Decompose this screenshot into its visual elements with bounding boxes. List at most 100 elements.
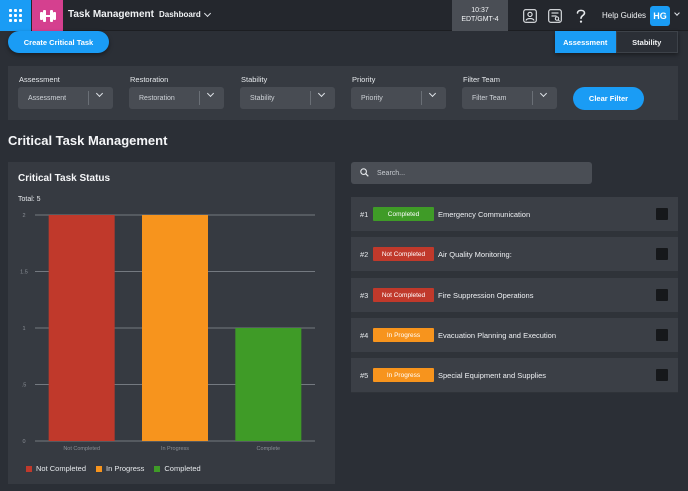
task-number: #3 [360, 290, 369, 300]
filter-label: Stability [241, 75, 268, 84]
chevron-down-icon [674, 10, 680, 16]
status-badge: In Progress [373, 328, 434, 342]
report-button[interactable] [545, 6, 564, 25]
status-badge: Not Completed [373, 288, 434, 302]
x-tick-label: Complete [257, 446, 281, 452]
dumbbell-icon [39, 9, 56, 22]
task-number: #4 [360, 330, 369, 340]
report-icon [547, 8, 562, 23]
user-icon [522, 8, 537, 23]
chevron-down-icon [539, 89, 548, 98]
task-checkbox[interactable] [656, 208, 668, 220]
avatar[interactable]: HG [650, 6, 670, 26]
legend-swatch [96, 465, 103, 472]
y-tick-label: 1 [22, 326, 25, 332]
clock-timezone: EDT/GMT-4 [461, 16, 499, 23]
task-checkbox[interactable] [656, 289, 668, 301]
select-value: Restoration [139, 94, 175, 102]
chevron-down-icon [428, 89, 437, 98]
y-tick-label: .5 [22, 383, 27, 389]
create-critical-task-button[interactable]: Create Critical Task [8, 31, 109, 53]
task-checkbox[interactable] [656, 248, 668, 260]
legend-swatch [26, 465, 32, 472]
task-list: #1 Completed Emergency Communication #2 … [351, 197, 678, 393]
filter-restoration: Restoration Restoration [129, 75, 224, 109]
legend-label: Not Completed [36, 464, 87, 473]
filter-assessment: Assessment Assessment [18, 75, 113, 109]
clear-filter-button[interactable]: Clear Filter [573, 87, 644, 110]
legend-item: In Progress [96, 464, 144, 473]
bar [235, 328, 302, 441]
select-value: Stability [250, 94, 275, 102]
legend-label: In Progress [106, 464, 145, 473]
y-tick-label: 2 [22, 213, 25, 219]
filter-team: Filter Team Filter Team [462, 75, 557, 109]
page-title: Critical Task Management [8, 133, 168, 148]
filter-stability: Stability Stability [240, 75, 335, 109]
status-badge: Not Completed [373, 247, 434, 261]
dashboard-menu-label: Dashboard [159, 10, 201, 19]
bar [48, 215, 115, 441]
help-icon [576, 9, 585, 23]
search-input[interactable]: Search... [351, 162, 592, 184]
y-tick-label: 1.5 [20, 270, 28, 276]
filter-label: Assessment [19, 75, 60, 84]
bar [142, 215, 208, 441]
team-select[interactable]: Filter Team [462, 87, 557, 109]
task-row[interactable]: #4 In Progress Evacuation Planning and E… [351, 318, 678, 352]
account-menu-toggle[interactable] [674, 10, 680, 16]
task-checkbox[interactable] [656, 369, 668, 381]
apps-grid-icon [9, 9, 22, 22]
view-toggle: Assessment Stability [555, 31, 678, 53]
filter-label: Filter Team [463, 75, 500, 84]
task-name: Air Quality Monitoring: [438, 249, 512, 259]
x-tick-label: Not Completed [63, 446, 100, 452]
legend-swatch [154, 465, 161, 472]
chart-card: 0 .5 1 1.5 2 Not Completed In Progress Complete… [8, 162, 335, 484]
filter-label: Restoration [130, 75, 169, 84]
clock-time: 10:37 [471, 7, 489, 14]
task-row[interactable]: #2 Not Completed Air Quality Monitoring: [351, 237, 678, 271]
tab-stability[interactable]: Stability [615, 31, 678, 53]
task-number: #5 [360, 370, 369, 380]
select-value: Assessment [28, 94, 67, 102]
help-button[interactable] [571, 6, 590, 25]
select-value: Priority [361, 94, 383, 102]
chevron-down-icon [95, 89, 104, 98]
task-number: #1 [360, 209, 369, 219]
task-row[interactable]: #1 Completed Emergency Communication [351, 197, 678, 231]
task-name: Fire Suppression Operations [438, 290, 534, 300]
x-tick-label: In Progress [161, 446, 189, 452]
chart-title: Critical Task Status [18, 173, 111, 184]
tab-assessment[interactable]: Assessment [555, 31, 616, 53]
select-value: Filter Team [472, 94, 507, 102]
app-title: Task Management [68, 9, 154, 20]
apps-grid-button[interactable] [0, 0, 31, 31]
search-placeholder: Search... [377, 169, 406, 177]
chart-legend: Not Completed In Progress Completed [26, 464, 201, 473]
task-checkbox[interactable] [656, 329, 668, 341]
filter-priority: Priority Priority [351, 75, 446, 109]
task-name: Emergency Communication [438, 209, 531, 219]
user-button[interactable] [520, 6, 539, 25]
restoration-select[interactable]: Restoration [129, 87, 224, 109]
legend-item: Not Completed [26, 464, 86, 473]
stability-select[interactable]: Stability [240, 87, 335, 109]
y-tick-label: 0 [22, 439, 25, 445]
status-badge: Completed [373, 207, 434, 221]
chevron-down-icon [203, 9, 211, 17]
search-icon [360, 168, 369, 179]
chevron-down-icon [317, 89, 326, 98]
help-guides-link[interactable]: Help Guides [602, 11, 646, 20]
dashboard-menu[interactable]: Dashboard [159, 9, 211, 19]
task-row[interactable]: #5 In Progress Special Equipment and Sup… [351, 358, 678, 392]
app-logo[interactable] [32, 0, 63, 31]
legend-item: Completed [154, 464, 201, 473]
clock-display: 10:37 EDT/GMT-4 [452, 0, 508, 31]
chevron-down-icon [206, 89, 215, 98]
filter-panel: Assessment Assessment Restoration Restor… [8, 66, 678, 120]
task-row[interactable]: #3 Not Completed Fire Suppression Operat… [351, 278, 678, 312]
priority-select[interactable]: Priority [351, 87, 446, 109]
assessment-select[interactable]: Assessment [18, 87, 113, 109]
top-bar: Task Management Dashboard 10:37 EDT/GMT-… [0, 0, 688, 31]
